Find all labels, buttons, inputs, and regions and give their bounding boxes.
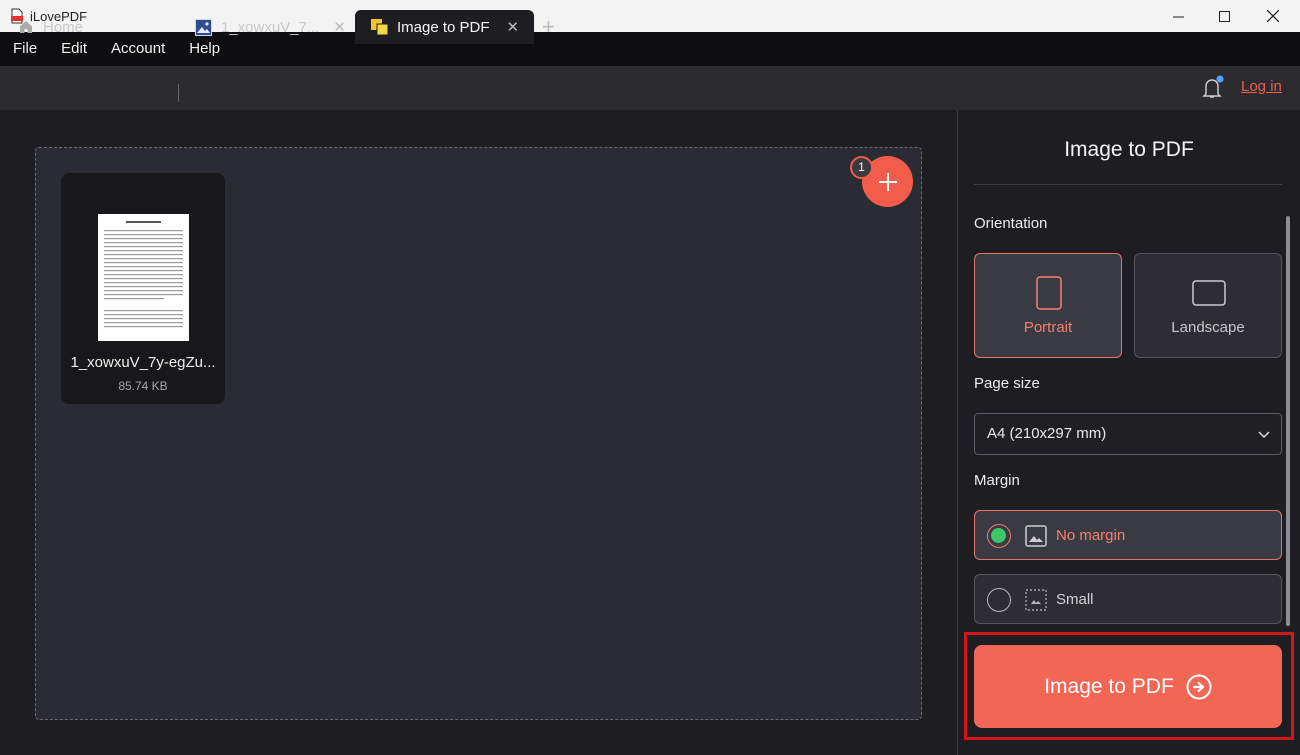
chevron-down-icon — [1258, 431, 1270, 439]
image-icon — [195, 18, 212, 36]
panel-title: Image to PDF — [1064, 138, 1194, 161]
tab-image-to-pdf[interactable]: Image to PDF ✕ — [355, 10, 534, 44]
close-icon — [1267, 10, 1279, 22]
portrait-label: Portrait — [1023, 319, 1073, 336]
minimize-icon — [1172, 16, 1184, 17]
landscape-icon — [1192, 280, 1226, 306]
page-size-label: Page size — [974, 375, 1040, 392]
file-size: 85.74 KB — [118, 379, 168, 393]
tab-image-file-label: 1_xowxuV_7... — [221, 18, 320, 36]
panel-scrollbar[interactable] — [1286, 216, 1290, 626]
panel-divider-line — [974, 184, 1282, 185]
no-margin-icon — [1025, 525, 1047, 547]
convert-to-pdf-button[interactable]: Image to PDF — [974, 645, 1282, 728]
tab-home[interactable]: Home — [10, 10, 175, 44]
no-margin-label: No margin — [1056, 527, 1126, 544]
home-icon — [20, 21, 32, 33]
tab-image-file[interactable]: 1_xowxuV_7... ✕ — [195, 10, 350, 44]
tab-close-icon[interactable]: ✕ — [333, 18, 346, 36]
portrait-option[interactable]: Portrait — [974, 253, 1122, 358]
document-preview-icon — [104, 221, 183, 328]
new-tab-button[interactable]: + — [542, 10, 566, 44]
small-margin-icon — [1025, 589, 1047, 611]
landscape-option[interactable]: Landscape — [1134, 253, 1282, 358]
landscape-label: Landscape — [1171, 319, 1245, 336]
file-thumbnail — [98, 214, 189, 341]
orientation-label: Orientation — [974, 215, 1048, 232]
tab-separator — [178, 84, 179, 102]
convert-button-label: Image to PDF — [1044, 674, 1174, 698]
small-margin-label: Small — [1056, 591, 1094, 608]
tab-bar — [0, 66, 1300, 110]
tab-image-to-pdf-label: Image to PDF — [397, 18, 490, 36]
minimize-button[interactable] — [1155, 0, 1201, 32]
file-count-badge: 1 — [850, 156, 873, 179]
portrait-icon — [1036, 276, 1062, 310]
plus-icon — [878, 172, 897, 191]
maximize-button[interactable] — [1201, 0, 1247, 32]
maximize-icon — [1218, 10, 1230, 22]
image-to-pdf-icon — [371, 19, 389, 36]
plus-icon: + — [542, 14, 555, 39]
margin-option-small[interactable]: Small — [974, 574, 1282, 624]
tab-home-label: Home — [43, 18, 84, 36]
arrow-right-circle-icon — [1186, 674, 1212, 699]
page-size-value: A4 (210x297 mm) — [987, 425, 1107, 442]
file-name: 1_xowxuV_7y-egZu... — [70, 354, 216, 371]
tab-close-icon[interactable]: ✕ — [507, 18, 520, 36]
page-size-select[interactable]: A4 (210x297 mm) — [974, 413, 1282, 455]
notification-bell-icon[interactable] — [1197, 74, 1227, 100]
close-window-button[interactable] — [1250, 0, 1296, 32]
margin-label: Margin — [974, 472, 1020, 489]
file-card[interactable]: 1_xowxuV_7y-egZu... 85.74 KB — [61, 173, 225, 404]
login-link[interactable]: Log in — [1241, 78, 1282, 95]
radio-button[interactable] — [987, 524, 1011, 548]
margin-option-none[interactable]: No margin — [974, 510, 1282, 560]
radio-button[interactable] — [987, 588, 1011, 612]
